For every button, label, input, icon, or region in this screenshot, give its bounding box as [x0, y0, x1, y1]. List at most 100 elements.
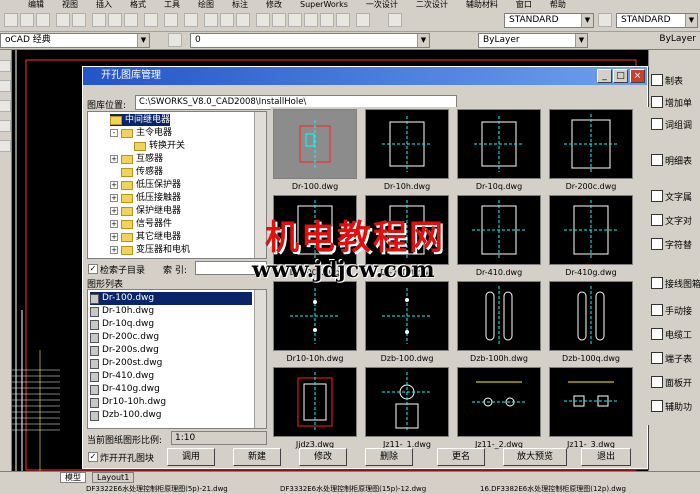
palette-item[interactable]: 文字属 [651, 186, 700, 206]
expand-icon[interactable]: + [110, 220, 118, 228]
tree-node[interactable]: + 互感器 [110, 153, 163, 165]
thumbnail[interactable] [457, 281, 541, 351]
thumbnail[interactable] [273, 367, 357, 437]
menu-item[interactable]: 插入 [96, 0, 112, 10]
expand-icon[interactable]: + [110, 233, 118, 241]
tab-layout1[interactable]: Layout1 [92, 472, 135, 483]
rename-button[interactable]: 更名 [437, 448, 485, 466]
design-center-icon[interactable] [272, 13, 286, 27]
tree-node[interactable]: - 主令电器 [110, 127, 172, 139]
paste-icon[interactable] [124, 13, 138, 27]
cut-icon[interactable] [92, 13, 106, 27]
save-icon[interactable] [36, 13, 50, 27]
thumbnail[interactable] [549, 195, 633, 265]
print-icon[interactable] [56, 13, 70, 27]
polyline-tool-icon[interactable] [0, 80, 11, 92]
thumbnail[interactable] [365, 281, 449, 351]
menu-item[interactable]: 一次设计 [366, 0, 398, 10]
menu-item[interactable]: 绘图 [198, 0, 214, 10]
list-item[interactable]: Dr-200st.dwg [90, 357, 252, 370]
tree-node[interactable]: 转换开关 [134, 140, 185, 152]
arc-tool-icon[interactable] [0, 120, 11, 132]
menu-item[interactable]: 视图 [62, 0, 78, 10]
tree-node[interactable]: + 低压保护器 [110, 179, 181, 191]
thumbnail[interactable] [365, 367, 449, 437]
tree-node[interactable]: 中间继电器 [110, 114, 171, 126]
expand-icon[interactable]: + [110, 194, 118, 202]
thumbnail[interactable] [549, 281, 633, 351]
redo-icon[interactable] [184, 13, 198, 27]
maximize-icon[interactable]: □ [613, 69, 628, 83]
workspace-select[interactable]: oCAD 经典 ▼ [0, 33, 150, 48]
menu-item[interactable]: 窗口 [516, 0, 532, 10]
list-item[interactable]: Dr10-10h.dwg [90, 396, 252, 409]
rectangle-tool-icon[interactable] [0, 140, 11, 152]
thumbnail[interactable] [273, 281, 357, 351]
text-style-icon[interactable] [388, 13, 402, 27]
copy-icon[interactable] [108, 13, 122, 27]
palette-item[interactable]: 辅助功 [651, 396, 700, 416]
thumbnail[interactable] [457, 195, 541, 265]
palette-item[interactable]: 接线图箱 [651, 270, 700, 296]
filelist-scrollbar[interactable] [254, 290, 266, 428]
palette-item[interactable]: 文字对 [651, 210, 700, 230]
menu-item[interactable]: 编辑 [28, 0, 44, 10]
thumbnail[interactable] [457, 367, 541, 437]
tool-palette-icon[interactable] [288, 13, 302, 27]
palette-item[interactable]: 词组调 [651, 114, 700, 134]
zoom-window-icon[interactable] [236, 13, 250, 27]
thumbnail[interactable] [365, 109, 449, 179]
menu-item[interactable]: 修改 [266, 0, 282, 10]
menu-item[interactable]: 工具 [164, 0, 180, 10]
tree-node[interactable]: + 其它继电器 [110, 231, 181, 243]
tree-node[interactable]: 传感器 [121, 166, 163, 178]
dim-style-select[interactable]: STANDARD ▼ [616, 13, 698, 28]
menu-item[interactable]: 二次设计 [416, 0, 448, 10]
tree-node[interactable]: + 保护继电器 [110, 205, 181, 217]
list-item[interactable]: Dr-10q.dwg [90, 318, 252, 331]
palette-item[interactable]: 面板开 [651, 372, 700, 392]
open-file-icon[interactable] [20, 13, 34, 27]
layer-select[interactable]: 0 ▼ [190, 33, 430, 48]
close-icon[interactable]: × [630, 69, 645, 83]
menu-item[interactable]: 格式 [130, 0, 146, 10]
layer-manager-icon[interactable] [168, 33, 182, 47]
sheet-set-icon[interactable] [304, 13, 318, 27]
new-button[interactable]: 新建 [233, 448, 281, 466]
list-item[interactable]: Dzb-100.dwg [90, 409, 252, 422]
expand-icon[interactable]: + [110, 207, 118, 215]
search-subdir-checkbox[interactable]: ✓ [88, 264, 98, 274]
menu-item[interactable]: 标注 [232, 0, 248, 10]
linetype-select[interactable]: ByLayer [596, 33, 700, 48]
tree-node[interactable]: + 信号器件 [110, 218, 172, 230]
palette-item[interactable]: 明细表 [651, 150, 700, 170]
markup-icon[interactable] [320, 13, 334, 27]
list-item[interactable]: Dr-200s.dwg [90, 344, 252, 357]
expand-icon[interactable]: + [110, 181, 118, 189]
thumbnail[interactable] [549, 109, 633, 179]
circle-tool-icon[interactable] [0, 100, 11, 112]
modify-button[interactable]: 修改 [299, 448, 347, 466]
match-properties-icon[interactable] [144, 13, 158, 27]
pan-icon[interactable] [204, 13, 218, 27]
zoom-icon[interactable] [220, 13, 234, 27]
thumbnail[interactable] [273, 109, 357, 179]
list-item[interactable]: Dr-10h.dwg [90, 305, 252, 318]
palette-item[interactable]: 增加单 [651, 92, 700, 112]
expand-icon[interactable]: + [110, 246, 118, 254]
calculator-icon[interactable] [336, 13, 350, 27]
color-select[interactable]: ByLayer ▼ [478, 33, 588, 48]
help-icon[interactable] [356, 13, 370, 27]
palette-item[interactable]: 电缆工 [651, 324, 700, 344]
file-list[interactable]: Dr-100.dwg Dr-10h.dwg Dr-10q.dwg Dr-200c… [87, 289, 267, 429]
tab-model[interactable]: 模型 [60, 472, 86, 483]
new-file-icon[interactable] [4, 13, 18, 27]
palette-item[interactable]: 制表 [651, 70, 700, 90]
tree-node[interactable]: + 低压接触器 [110, 192, 181, 204]
list-item[interactable]: Dr-410.dwg [90, 370, 252, 383]
use-button[interactable]: 调用 [167, 448, 215, 466]
properties-icon[interactable] [256, 13, 270, 27]
palette-item[interactable]: 字符替 [651, 234, 700, 254]
thumbnail[interactable] [457, 109, 541, 179]
zoom-preview-button[interactable]: 放大预览 [503, 448, 567, 466]
